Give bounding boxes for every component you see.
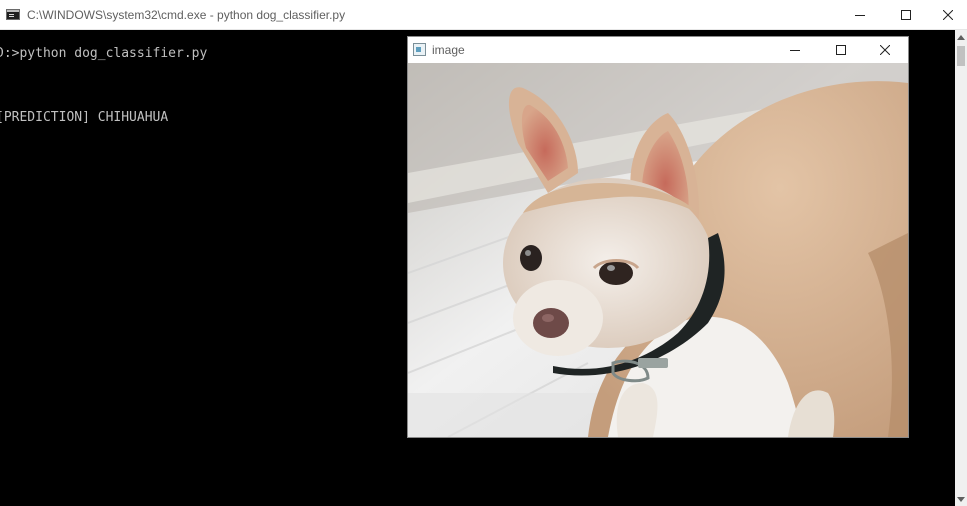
console-window-title: C:\WINDOWS\system32\cmd.exe - python dog… (27, 8, 346, 22)
image-window-titlebar[interactable]: image (408, 37, 908, 63)
image-canvas (408, 63, 908, 437)
scrollbar-thumb[interactable] (957, 46, 965, 66)
console-scrollbar[interactable] (955, 30, 967, 506)
image-window-title: image (432, 43, 465, 57)
scroll-down-arrow-icon[interactable] (955, 492, 967, 506)
chihuahua-photo (408, 63, 908, 437)
image-window[interactable]: image (407, 36, 909, 438)
maximize-icon (901, 10, 911, 20)
console-maximize-button[interactable] (883, 0, 929, 30)
maximize-icon (836, 45, 846, 55)
image-close-button[interactable] (862, 37, 908, 63)
console-prediction-line: [PREDICTION] CHIHUAHUA (0, 110, 169, 125)
cmd-app-icon[interactable] (6, 9, 20, 20)
console-titlebar[interactable]: C:\WINDOWS\system32\cmd.exe - python dog… (0, 0, 967, 30)
console-close-button[interactable] (929, 0, 967, 30)
console-minimize-button[interactable] (837, 0, 883, 30)
minimize-icon (855, 15, 865, 16)
console-command-line: D:>python dog_classifier.py (0, 46, 208, 61)
close-icon (943, 10, 953, 20)
close-icon (880, 45, 890, 55)
image-app-icon[interactable] (413, 43, 426, 56)
minimize-icon (790, 50, 800, 51)
scroll-up-arrow-icon[interactable] (955, 30, 967, 44)
image-maximize-button[interactable] (818, 37, 864, 63)
image-minimize-button[interactable] (772, 37, 818, 63)
